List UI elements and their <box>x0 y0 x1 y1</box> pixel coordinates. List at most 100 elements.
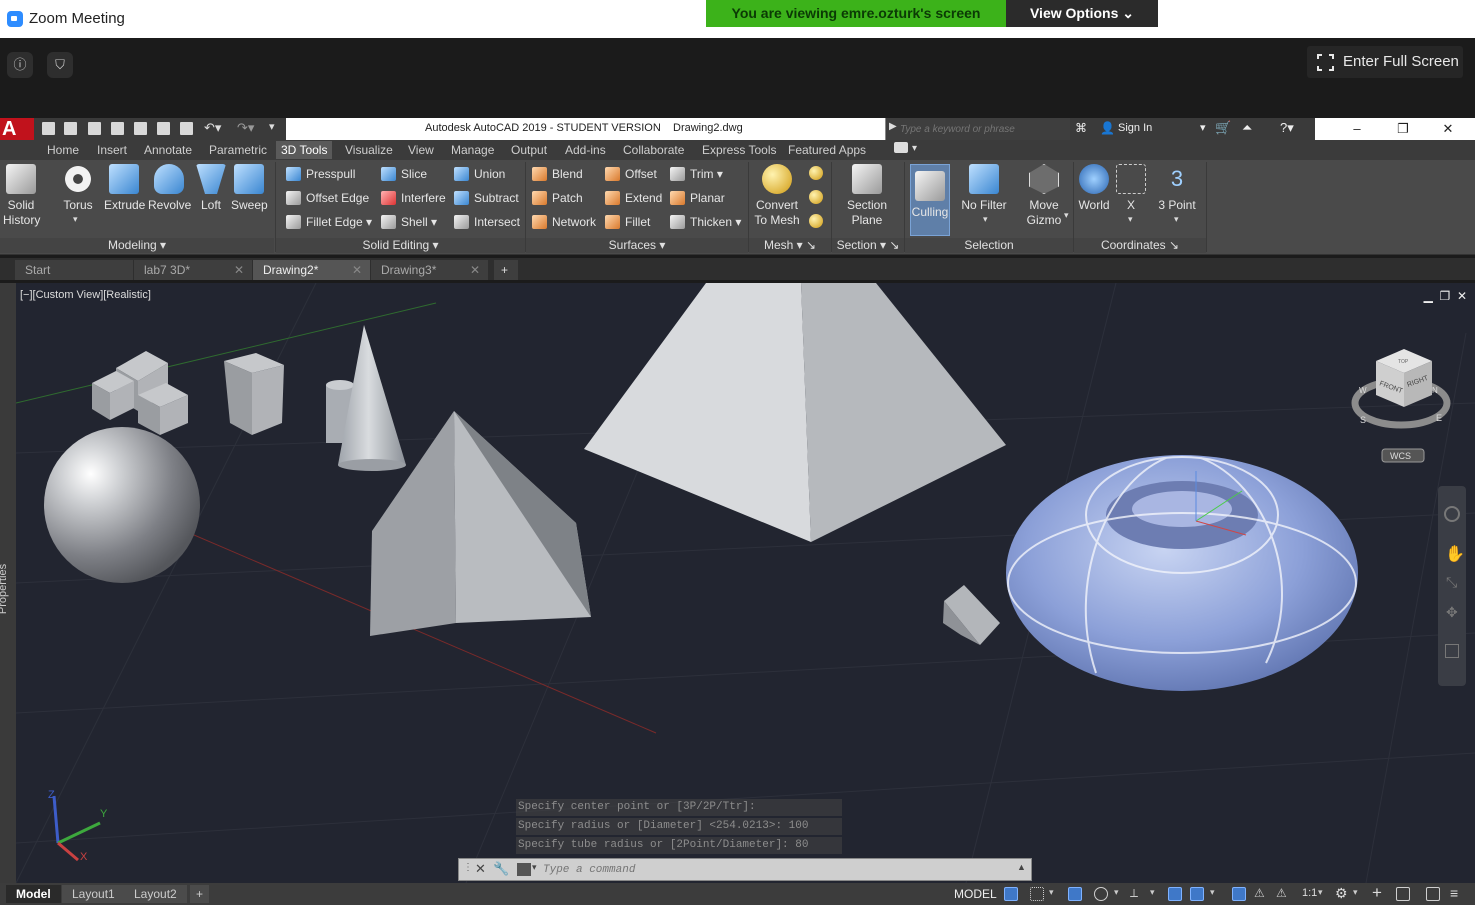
pan-icon[interactable]: ✋ <box>1445 544 1465 564</box>
section-plane-button[interactable]: Section Plane <box>842 164 892 228</box>
enter-full-screen-button[interactable]: Enter Full Screen <box>1307 46 1463 78</box>
offset-surface-button[interactable]: Offset <box>605 166 657 182</box>
thicken-button[interactable]: Thicken ▾ <box>670 214 741 230</box>
network-button[interactable]: Network <box>532 214 596 230</box>
tab-model[interactable]: Model <box>6 885 61 903</box>
customization-icon[interactable]: ≡ <box>1450 885 1458 901</box>
ucs-3-point-dropdown-icon[interactable]: ▾ <box>1174 214 1179 225</box>
ucs-world-button[interactable]: World <box>1076 164 1112 213</box>
command-input[interactable] <box>543 862 1013 878</box>
isolate-objects-icon[interactable] <box>1396 887 1410 901</box>
ribbon-options-icon[interactable]: ▾ <box>912 143 917 154</box>
pyramid-large[interactable] <box>584 283 1006 542</box>
view-options-button[interactable]: View Options ⌄ <box>1006 0 1158 27</box>
mesh-crease-icon[interactable] <box>809 214 823 228</box>
tab-annotate[interactable]: Annotate <box>144 143 192 157</box>
ucs-x-dropdown-icon[interactable]: ▾ <box>1128 214 1133 225</box>
qat-dropdown-icon[interactable]: ▾ <box>269 120 275 133</box>
move-gizmo-button[interactable]: Move Gizmo <box>1022 164 1066 228</box>
auto-scale-icon[interactable]: ⚠ <box>1254 886 1265 900</box>
workspace-gear-icon[interactable]: ⚙ <box>1335 885 1348 902</box>
save-icon[interactable] <box>88 122 101 135</box>
move-gizmo-dropdown-icon[interactable]: ▾ <box>1064 210 1069 221</box>
tab-featured-apps[interactable]: Featured Apps <box>788 143 866 157</box>
close-tab-icon[interactable]: ✕ <box>470 260 480 280</box>
polar-dropdown-icon[interactable]: ▾ <box>1114 887 1119 898</box>
offset-edge-button[interactable]: Offset Edge <box>286 190 369 206</box>
command-history-toggle-icon[interactable]: ▲ <box>1017 862 1026 872</box>
workspace-dropdown-icon[interactable]: ▾ <box>1353 887 1358 898</box>
loft-button[interactable]: Loft <box>194 164 228 213</box>
showmotion-icon[interactable] <box>1445 644 1459 658</box>
recent-commands-dropdown-icon[interactable]: ▾ <box>532 862 537 873</box>
mesh-smooth-icon[interactable] <box>809 166 823 180</box>
ribbon-minimize-icon[interactable] <box>894 142 908 153</box>
mesh-refine-icon[interactable] <box>809 190 823 204</box>
close-tab-icon[interactable]: ✕ <box>352 260 362 280</box>
save-as-icon[interactable] <box>111 122 124 135</box>
surfaces-panel-title[interactable]: Surfaces ▾ <box>526 238 748 253</box>
patch-button[interactable]: Patch <box>532 190 583 206</box>
subtract-button[interactable]: Subtract <box>454 190 519 206</box>
coordinates-panel-title[interactable]: Coordinates ↘ <box>1074 238 1206 253</box>
annotation-monitor-icon[interactable]: + <box>1372 883 1382 903</box>
close-tab-icon[interactable]: ✕ <box>234 260 244 280</box>
viewport-close-icon[interactable]: ✕ <box>1457 289 1467 303</box>
fillet-edge-button[interactable]: Fillet Edge ▾ <box>286 214 372 230</box>
slice-button[interactable]: Slice <box>381 166 427 182</box>
shell-button[interactable]: Shell ▾ <box>381 214 437 230</box>
drawing-viewport[interactable]: [−][Custom View][Realistic] ▁ ❐ ✕ TOP FR… <box>16 283 1475 883</box>
isodraft-dropdown-icon[interactable]: ▾ <box>1150 887 1155 898</box>
tab-layout1[interactable]: Layout1 <box>62 885 125 903</box>
file-tab-drawing3[interactable]: Drawing3* ✕ <box>371 260 488 280</box>
annotation-visibility-icon[interactable] <box>1232 887 1246 901</box>
close-command-icon[interactable]: ✕ <box>475 861 486 877</box>
modeling-panel-title[interactable]: Modeling ▾ <box>0 238 274 253</box>
ortho-icon[interactable] <box>1068 887 1082 901</box>
annotation-scale-dropdown-icon[interactable]: ▾ <box>1318 887 1323 898</box>
new-tab-button[interactable]: + <box>494 260 518 280</box>
recent-commands-icon[interactable] <box>517 863 531 876</box>
polar-icon[interactable] <box>1094 887 1108 901</box>
blend-button[interactable]: Blend <box>532 166 583 182</box>
convert-to-mesh-button[interactable]: Convert To Mesh <box>754 164 800 228</box>
pyramid-small[interactable] <box>370 411 591 636</box>
fillet-surface-button[interactable]: Fillet <box>605 214 650 230</box>
minimize-button[interactable]: – <box>1337 119 1377 139</box>
no-filter-dropdown-icon[interactable]: ▾ <box>983 214 988 225</box>
info-icon[interactable]: ⓘ <box>7 52 33 78</box>
sphere[interactable] <box>44 427 200 583</box>
torus-button[interactable]: Torus <box>60 164 96 213</box>
search-input[interactable] <box>900 120 1065 138</box>
ucs-x-button[interactable]: X <box>1114 164 1148 213</box>
isodraft-icon[interactable]: ⟂ <box>1130 886 1138 901</box>
annotation-scale-icon[interactable]: ⚠ <box>1276 886 1287 900</box>
tab-3d-tools[interactable]: 3D Tools <box>276 141 333 159</box>
tab-add-ins[interactable]: Add-ins <box>565 143 606 157</box>
annotation-scale-value[interactable]: 1:1 <box>1302 887 1317 899</box>
shield-icon[interactable]: ⛉ <box>47 52 73 78</box>
tab-insert[interactable]: Insert <box>97 143 127 157</box>
plot-icon[interactable] <box>180 122 193 135</box>
search-arrow-icon[interactable]: ▶ <box>889 121 897 132</box>
tab-view[interactable]: View <box>408 143 434 157</box>
help-icon[interactable]: ?▾ <box>1280 120 1294 136</box>
box-cluster[interactable] <box>92 351 188 435</box>
interfere-button[interactable]: Interfere <box>381 190 446 206</box>
extend-button[interactable]: Extend <box>605 190 662 206</box>
viewport-restore-icon[interactable]: ❐ <box>1440 289 1451 303</box>
steering-wheel-icon[interactable] <box>1444 506 1460 522</box>
intersect-button[interactable]: Intersect <box>454 214 520 230</box>
redo-icon[interactable]: ↷▾ <box>237 120 254 136</box>
tab-layout2[interactable]: Layout2 <box>124 885 187 903</box>
box[interactable] <box>224 353 284 435</box>
snap-dropdown-icon[interactable]: ▾ <box>1049 887 1054 898</box>
file-tab-lab7[interactable]: lab7 3D* ✕ <box>134 260 252 280</box>
file-tab-drawing2[interactable]: Drawing2* ✕ <box>253 260 370 280</box>
add-layout-button[interactable]: + <box>190 885 210 903</box>
tab-collaborate[interactable]: Collaborate <box>623 143 684 157</box>
3d-scene[interactable] <box>16 283 1475 883</box>
extrude-button[interactable]: Extrude <box>104 164 145 213</box>
zoom-extents-icon[interactable]: ⤡ <box>1446 574 1457 591</box>
close-button[interactable]: ✕ <box>1428 119 1468 139</box>
